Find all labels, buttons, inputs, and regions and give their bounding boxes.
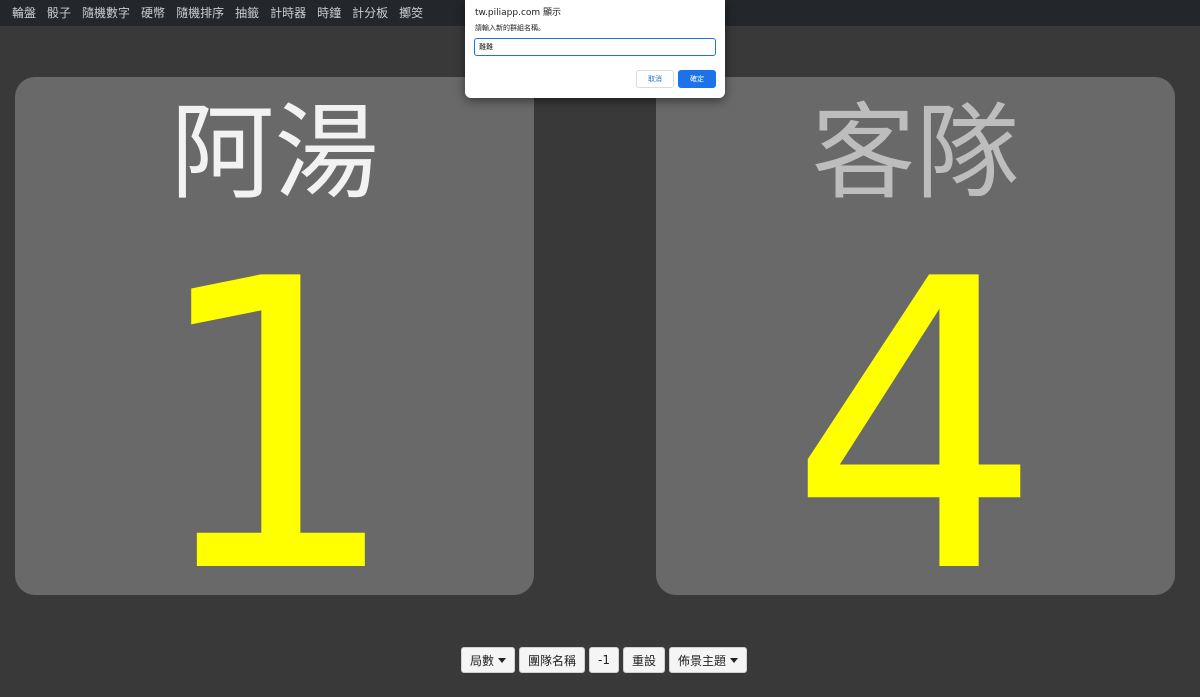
score-panel-right[interactable]: 客隊 4 [656, 77, 1175, 595]
score-left[interactable]: 1 [15, 229, 534, 596]
minus-one-button[interactable]: -1 [589, 647, 619, 673]
theme-label: 佈景主題 [678, 653, 727, 668]
rounds-label: 局數 [470, 653, 495, 668]
control-bar: 局數 團隊名稱 -1 重設 佈景主題 [461, 647, 748, 673]
caret-down-icon [730, 657, 739, 663]
team-names-button[interactable]: 團隊名稱 [519, 647, 586, 673]
group-name-input[interactable] [474, 38, 716, 56]
nav-item-lottery[interactable]: 抽籤 [235, 0, 259, 26]
nav-item-coin[interactable]: 硬幣 [141, 0, 165, 26]
nav-item-dice[interactable]: 骰子 [47, 0, 71, 26]
nav-item-moon-blocks[interactable]: 擲筊 [399, 0, 423, 26]
score-right[interactable]: 4 [656, 229, 1175, 596]
cancel-button[interactable]: 取消 [636, 70, 674, 88]
score-panel-left[interactable]: 阿湯 1 [15, 77, 534, 595]
prompt-dialog: tw.piliapp.com 顯示 請輸入新的群組名稱。 取消 確定 [465, 0, 725, 98]
nav-item-timer[interactable]: 計時器 [270, 0, 306, 26]
reset-button[interactable]: 重設 [623, 647, 666, 673]
ok-button[interactable]: 確定 [678, 70, 716, 88]
dialog-title: tw.piliapp.com 顯示 [475, 8, 562, 18]
nav-item-random-order[interactable]: 隨機排序 [176, 0, 224, 26]
nav-item-random-number[interactable]: 隨機數字 [82, 0, 130, 26]
dialog-message: 請輸入新的群組名稱。 [475, 24, 545, 32]
nav-item-wheel[interactable]: 輪盤 [12, 0, 36, 26]
theme-dropdown-button[interactable]: 佈景主題 [669, 647, 748, 673]
rounds-dropdown-button[interactable]: 局數 [461, 647, 516, 673]
caret-down-icon [498, 657, 507, 663]
nav-item-clock[interactable]: 時鐘 [317, 0, 341, 26]
nav-item-scoreboard[interactable]: 計分板 [352, 0, 388, 26]
